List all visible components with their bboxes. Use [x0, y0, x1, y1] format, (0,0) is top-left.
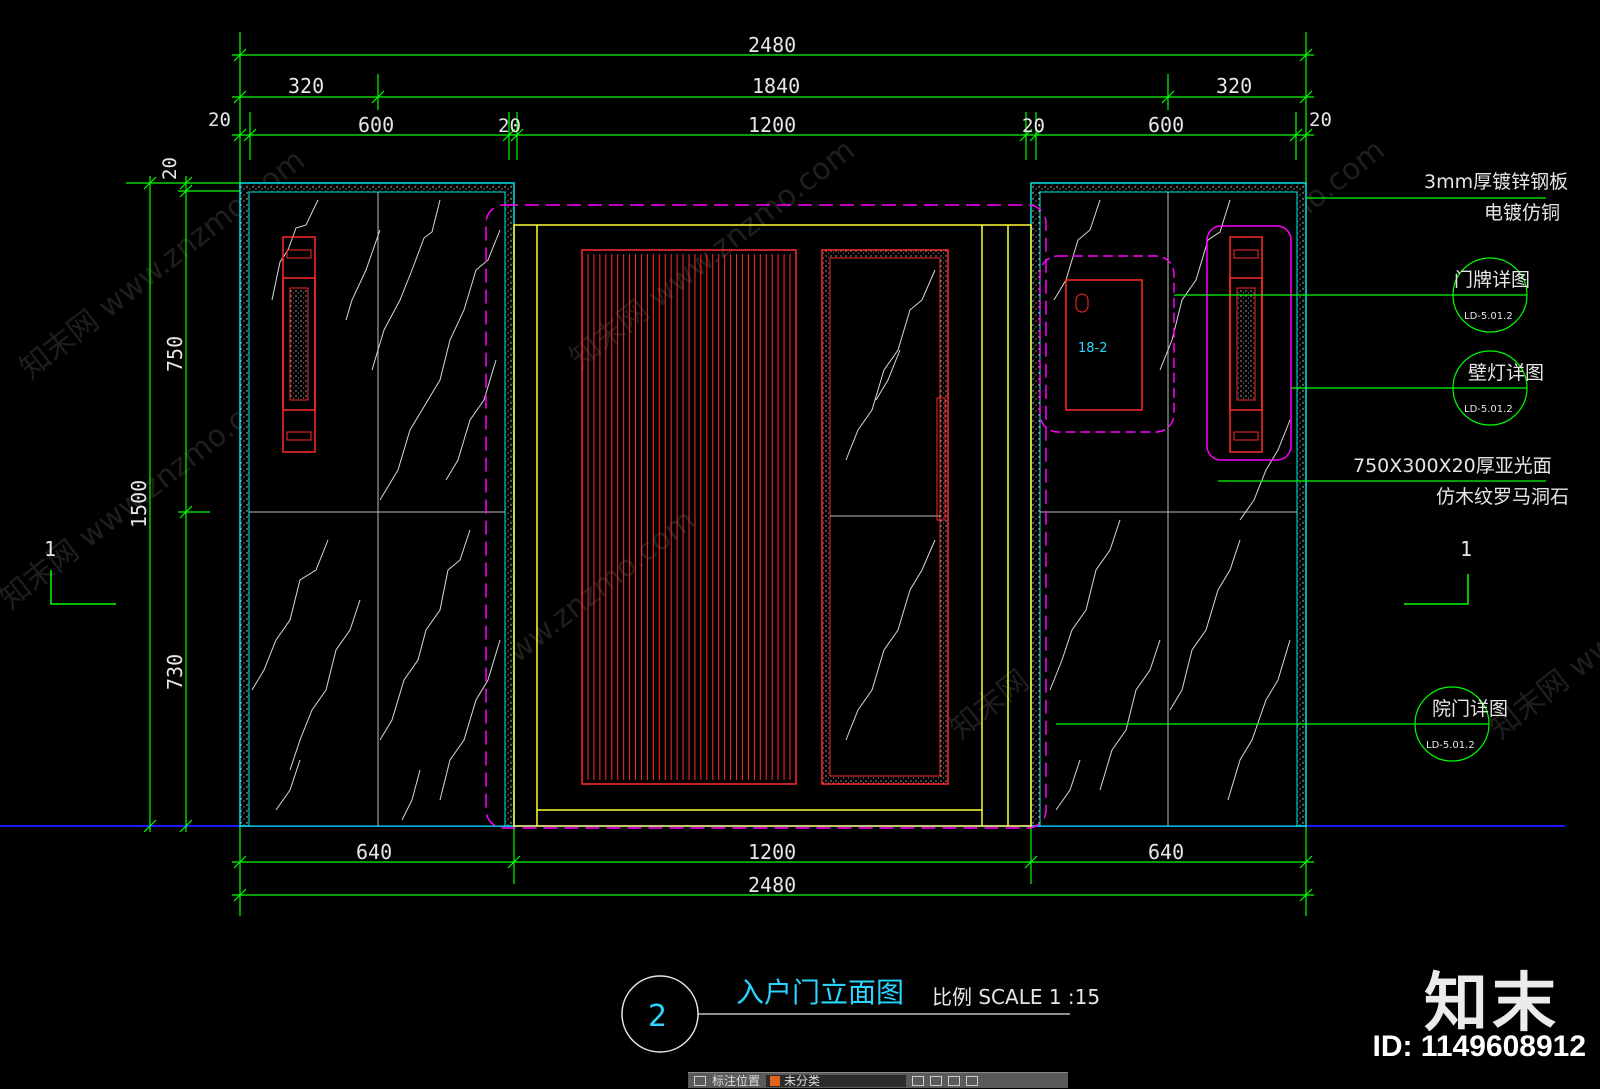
copy-icon[interactable]	[948, 1075, 961, 1086]
section-mark-label: 1	[44, 537, 56, 561]
layer-select-value: 未分类	[784, 1074, 821, 1088]
dim-gap-left-outer: 20	[208, 109, 231, 131]
annotations: 3mm厚镀锌钢板 电镀仿铜 750X300X20厚亚光面 仿木纹罗马洞石	[1353, 171, 1569, 508]
detail-ref-label: 壁灯详图	[1468, 362, 1544, 384]
brand-id-text: ID: 1149608912	[1372, 1030, 1586, 1063]
section-mark-right: 1	[1404, 537, 1472, 605]
drawing-title: 入户门立面图	[736, 976, 904, 1009]
layer-toolbar[interactable]: 标注位置 未分类	[688, 1072, 1068, 1088]
note-marble-size: 750X300X20厚亚光面	[1353, 455, 1552, 477]
cad-elevation-drawing: 知末网 www.znzmo.com 知末网 www.znzmo.com 知末网 …	[0, 32, 1600, 1053]
dim-bottom-right: 640	[1148, 840, 1184, 864]
section-mark-label: 1	[1460, 537, 1472, 561]
right-stone-panel: 18-2	[1030, 182, 1307, 827]
edit-icon[interactable]	[912, 1075, 925, 1086]
dim-vertical-top-gap: 20	[159, 157, 181, 180]
detail-ref-code: LD-5.01.2	[1464, 404, 1513, 415]
dim-bottom-total: 2480	[748, 873, 796, 897]
dim-top-left: 320	[288, 74, 324, 98]
layer-select[interactable]: 未分类	[766, 1074, 907, 1088]
detail-ref-doorplate: 门牌详图 LD-5.01.2	[1452, 257, 1530, 333]
note-electroplated-copper: 电镀仿铜	[1484, 202, 1560, 224]
dim-top-center: 1840	[752, 74, 800, 98]
dim-vertical-upper: 750	[163, 336, 187, 372]
dim-bottom-left: 640	[356, 840, 392, 864]
drawing-scale: 比例 SCALE 1 :15	[932, 985, 1100, 1009]
dim-panel-left: 600	[358, 113, 394, 137]
toolbar-icon[interactable]	[694, 1075, 706, 1086]
dim-vertical-lower: 730	[163, 654, 187, 690]
dim-panel-right: 600	[1148, 113, 1184, 137]
toolbar-layer-prefix: 标注位置	[712, 1074, 761, 1088]
dim-bottom-center: 1200	[748, 840, 796, 864]
dim-top-total: 2480	[748, 33, 796, 57]
drawing-title-block: 2 入户门立面图 比例 SCALE 1 :15	[621, 975, 1100, 1053]
upload-icon[interactable]	[930, 1075, 943, 1086]
dim-door-width: 1200	[748, 113, 796, 137]
delete-icon[interactable]	[966, 1075, 979, 1086]
door-number-text: 18-2	[1078, 341, 1108, 356]
detail-ref-walllamp: 壁灯详图 LD-5.01.2	[1452, 350, 1544, 426]
detail-ref-code: LD-5.01.2	[1426, 740, 1475, 751]
detail-ref-code: LD-5.01.2	[1464, 311, 1513, 322]
layer-color-swatch	[770, 1075, 781, 1086]
drawing-number: 2	[648, 999, 667, 1034]
dim-top-right: 320	[1216, 74, 1252, 98]
dim-gap-left-inner: 20	[498, 115, 521, 137]
dim-vertical-outer: 1500	[127, 480, 151, 528]
side-door-leaf	[821, 249, 949, 785]
left-stone-panel	[239, 182, 515, 827]
dim-gap-right-inner: 20	[1022, 115, 1045, 137]
note-marble-type: 仿木纹罗马洞石	[1436, 486, 1569, 508]
dim-gap-right-outer: 20	[1309, 109, 1332, 131]
detail-ref-label: 院门详图	[1432, 698, 1508, 720]
detail-ref-label: 门牌详图	[1454, 269, 1530, 291]
note-galvanized-steel: 3mm厚镀锌钢板	[1424, 171, 1568, 193]
